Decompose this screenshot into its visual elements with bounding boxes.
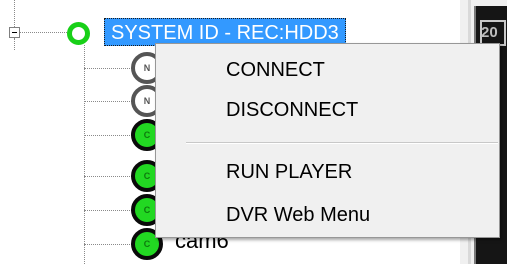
menu-item-disconnect[interactable]: DISCONNECT <box>157 90 498 130</box>
tree-connector <box>84 244 132 245</box>
menu-item-connect[interactable]: CONNECT <box>157 50 498 90</box>
tree-connector <box>84 101 132 102</box>
tree-connector <box>14 38 15 50</box>
menu-separator <box>186 142 498 144</box>
thumbnail-text: 20 <box>481 24 498 41</box>
context-menu: CONNECT DISCONNECT RUN PLAYER DVR Web Me… <box>155 43 500 238</box>
tree-connector <box>84 45 85 264</box>
tree-root-label[interactable]: SYSTEM ID - REC:HDD3 <box>104 18 346 46</box>
menu-item-run-player[interactable]: RUN PLAYER <box>157 152 498 192</box>
tree-connector <box>14 0 15 27</box>
tree-connector <box>20 32 67 33</box>
tree-connector <box>84 210 132 211</box>
root-status-icon <box>67 22 90 45</box>
tree-connector <box>84 135 132 136</box>
tree-connector <box>84 68 132 69</box>
menu-item-dvr-web-menu[interactable]: DVR Web Menu <box>157 195 498 235</box>
tree-connector <box>84 176 132 177</box>
collapse-toggle-icon[interactable] <box>9 27 20 38</box>
